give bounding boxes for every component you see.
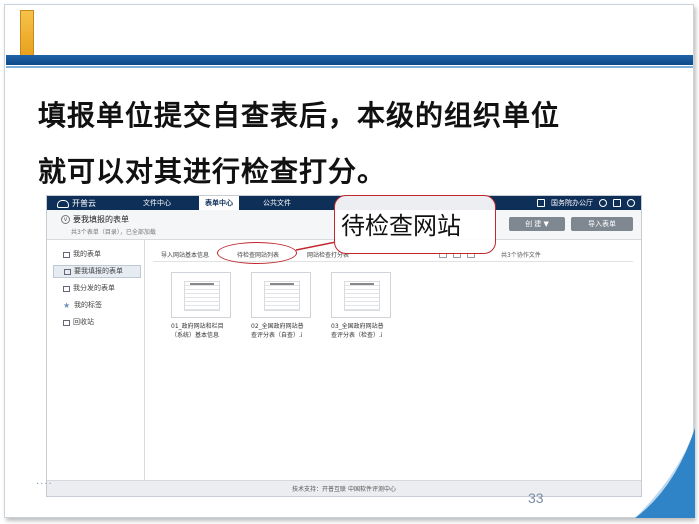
import-form-button[interactable]: 导入表单 (571, 217, 633, 231)
chevron-down-icon[interactable]: v (61, 215, 70, 224)
file-count: 共3个协作文件 (501, 252, 541, 259)
file-thumbnail (171, 272, 231, 318)
send-icon (63, 285, 70, 292)
sidebar-item-recycle-bin[interactable]: 回收站 (53, 316, 141, 329)
file-card[interactable]: 03_全国政府网站普 查评分表（检查）.i (331, 272, 391, 340)
file-name-line: 02_全国政府网站普 (251, 323, 304, 330)
title-divider-thin (6, 66, 693, 68)
highlight-ellipse (217, 242, 297, 264)
callout-box: 待检查网站 (334, 195, 496, 254)
mail-icon[interactable] (613, 199, 621, 207)
title-divider (6, 55, 693, 65)
form-icon (63, 251, 70, 258)
slide-text-line-1: 填报单位提交自查表后，本级的组织单位 (38, 99, 561, 132)
sidebar-item-label: 我的表单 (73, 250, 101, 258)
page-number: 33 (528, 490, 544, 506)
file-thumbnail (331, 272, 391, 318)
cloud-icon (57, 199, 69, 208)
page-subtitle: 共3个表单（目录），已全部加载 (71, 229, 156, 236)
sidebar-item-label: 我的标签 (74, 301, 102, 309)
tab-import-site-info[interactable]: 导入网站基本信息 (161, 250, 209, 259)
file-name: 03_全国政府网站普 查评分表（检查）.i (331, 322, 393, 340)
sidebar-item-forms-to-fill[interactable]: 要我填报的表单 (53, 265, 141, 278)
slide-text-line-2: 就可以对其进行检查打分。 (38, 155, 387, 188)
sidebar-item-label: 回收站 (73, 318, 94, 326)
app-footer: 技术支持：开普互联 中国软件评测中心 (47, 480, 641, 496)
callout-text: 待检查网站 (341, 212, 461, 240)
page-curl (635, 428, 695, 518)
footer-dots: .... (36, 476, 53, 487)
sidebar-item-label: 我分发的表单 (73, 284, 115, 292)
tab-public-files[interactable]: 公共文件 (257, 196, 297, 210)
trash-icon (63, 319, 70, 326)
file-name-line: （系统）基本信息 (171, 332, 220, 339)
sidebar-item-my-forms[interactable]: 我的表单 (53, 248, 141, 261)
sidebar-item-label: 要我填报的表单 (74, 267, 123, 275)
sidebar-item-distributed-forms[interactable]: 我分发的表单 (53, 282, 141, 295)
file-name: 01_政府网站和栏目 （系统）基本信息 (171, 322, 233, 340)
star-icon: ★ (63, 300, 71, 310)
org-icon (537, 199, 545, 207)
file-thumbnail (251, 272, 311, 318)
logo-text: 开普云 (72, 199, 96, 208)
app-logo[interactable]: 开普云 (57, 198, 96, 209)
page-title: v 要我填报的表单 (61, 214, 129, 225)
edit-icon (64, 268, 71, 275)
org-name[interactable]: 国务院办公厅 (551, 198, 593, 208)
title-accent-bar (20, 10, 34, 58)
tab-form-center[interactable]: 表单中心 (199, 196, 239, 210)
file-name-line: 01_政府网站和栏目 (171, 323, 224, 330)
power-icon[interactable] (627, 199, 635, 207)
callout-connector (296, 241, 336, 251)
file-card[interactable]: 01_政府网站和栏目 （系统）基本信息 (171, 272, 231, 340)
sidebar: 我的表单 要我填报的表单 我分发的表单 ★ 我的标签 回收站 (47, 240, 145, 480)
sidebar-item-tags[interactable]: ★ 我的标签 (53, 299, 141, 312)
file-name-line: 查评分表（自查）.i (251, 332, 303, 339)
file-card[interactable]: 02_全国政府网站普 查评分表（自查）.i (251, 272, 311, 340)
user-area: 国务院办公厅 (537, 196, 635, 210)
tab-file-center[interactable]: 文件中心 (137, 196, 177, 210)
page-title-text: 要我填报的表单 (73, 215, 129, 224)
create-button[interactable]: 创 建 ▼ (509, 217, 565, 231)
gear-icon[interactable] (599, 199, 607, 207)
file-name-line: 查评分表（检查）.i (331, 332, 383, 339)
file-name-line: 03_全国政府网站普 (331, 323, 384, 330)
file-name: 02_全国政府网站普 查评分表（自查）.i (251, 322, 313, 340)
